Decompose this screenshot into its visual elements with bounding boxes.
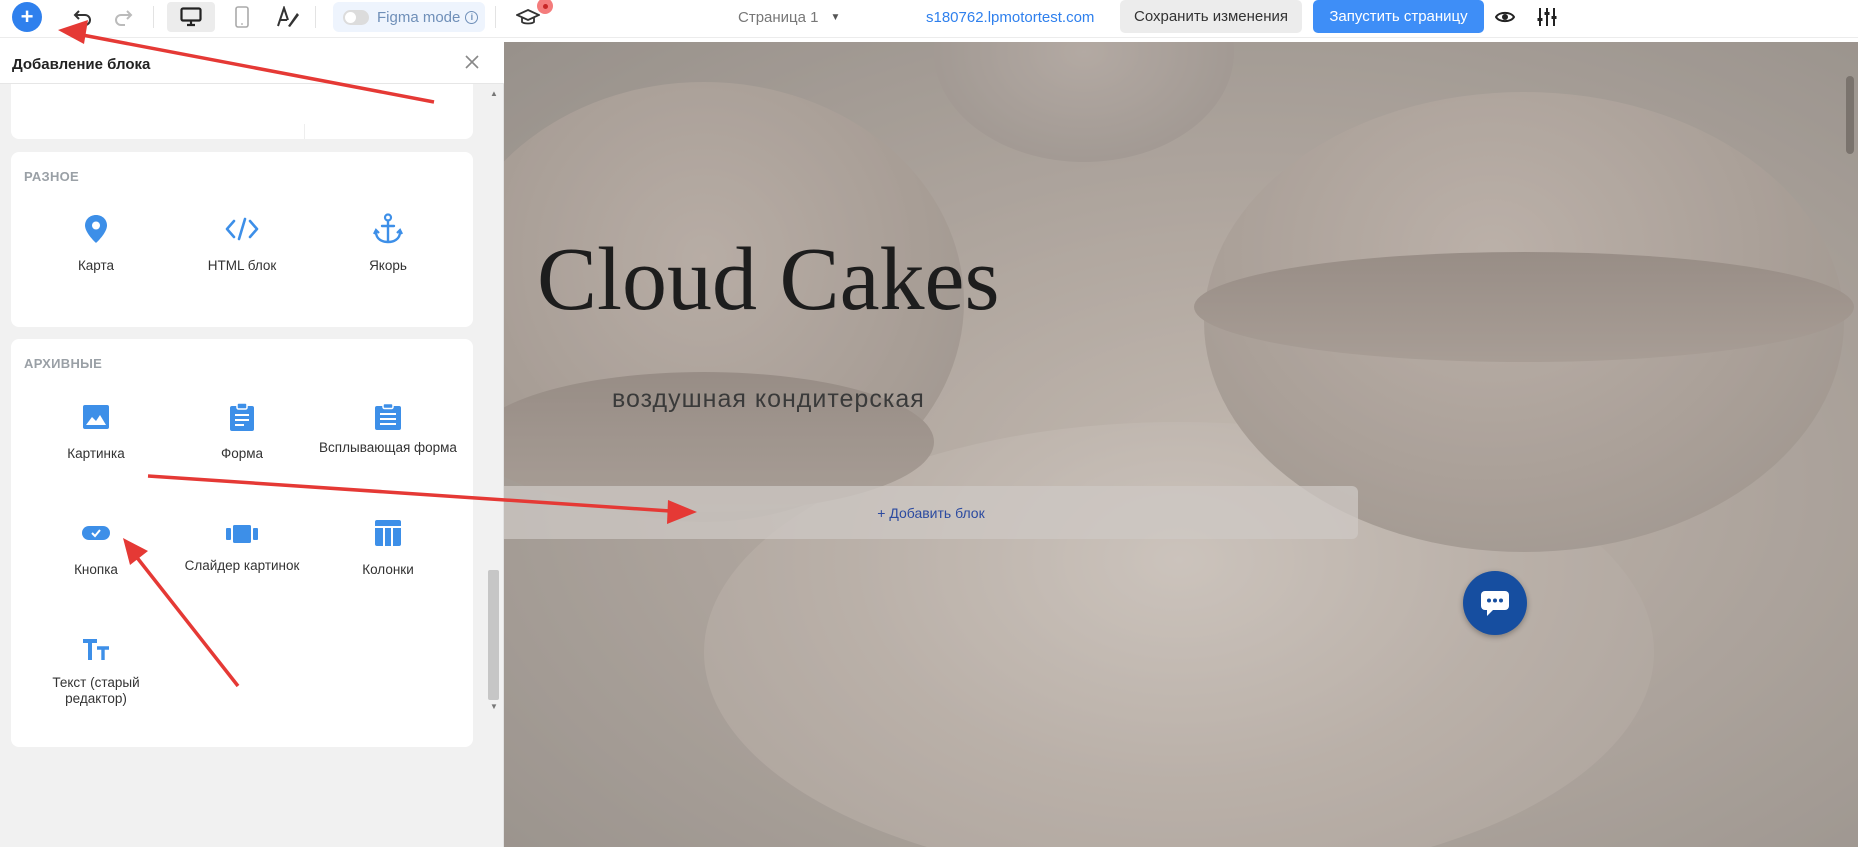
- add-block-label: + Добавить блок: [877, 504, 985, 521]
- add-block-button[interactable]: +: [12, 2, 42, 32]
- image-icon: [83, 405, 109, 429]
- block-item-image[interactable]: Картинка: [23, 400, 169, 462]
- page-selector-label: Страница 1: [738, 8, 819, 26]
- block-item-anchor[interactable]: Якорь: [315, 212, 461, 274]
- phone-icon: [235, 6, 249, 28]
- section-title: АРХИВНЫЕ: [24, 356, 103, 371]
- mobile-view-button[interactable]: [230, 4, 254, 30]
- button-icon: [82, 526, 110, 540]
- eye-icon: [1495, 11, 1515, 23]
- block-item-label: Картинка: [67, 446, 125, 461]
- chat-widget-button[interactable]: [1463, 571, 1527, 635]
- redo-button[interactable]: [112, 6, 134, 28]
- caret-down-icon: ▼: [830, 11, 841, 23]
- redo-icon: [115, 10, 133, 26]
- block-item-label: Карта: [77, 258, 115, 273]
- undo-button[interactable]: [72, 6, 94, 28]
- desktop-view-button[interactable]: [167, 2, 215, 32]
- scroll-up-icon[interactable]: ▲: [490, 89, 498, 98]
- columns-icon: [375, 520, 401, 546]
- clipboard-form-icon: [230, 402, 254, 431]
- figma-mode-label: Figma mode: [377, 8, 461, 26]
- close-panel-button[interactable]: [462, 52, 482, 72]
- block-item-map[interactable]: Карта: [23, 212, 169, 274]
- block-item-form[interactable]: Форма: [169, 400, 315, 462]
- scroll-down-icon[interactable]: ▼: [490, 702, 498, 711]
- block-item-label: Колонки: [362, 562, 414, 577]
- previous-section-card: [11, 84, 473, 139]
- clipboard-popup-icon: [375, 403, 401, 430]
- code-icon: [225, 217, 259, 241]
- preview-button[interactable]: [1494, 4, 1516, 30]
- section-archived: АРХИВНЫЕ Картинка Форма Всплывающая форм…: [11, 339, 473, 747]
- graduation-cap-icon: [516, 9, 540, 25]
- canvas-scrollbar-thumb[interactable]: [1846, 76, 1854, 154]
- block-item-label: Якорь: [369, 258, 407, 273]
- block-item-image-slider[interactable]: Слайдер картинок: [169, 516, 315, 574]
- chat-bubble-icon: [1481, 591, 1509, 616]
- block-item-label: HTML блок: [207, 258, 277, 273]
- panel-scrollbar-thumb[interactable]: [488, 570, 499, 700]
- toolbar-divider: [495, 6, 496, 28]
- figma-mode-toggle[interactable]: Figma mode i: [333, 2, 485, 32]
- block-item-html[interactable]: HTML блок: [169, 212, 315, 274]
- block-item-label: Текст (старый редактор): [52, 675, 140, 706]
- block-item-legacy-text[interactable]: Текст (старый редактор): [23, 633, 169, 707]
- panel-title: Добавление блока: [12, 56, 151, 73]
- canvas-scrollbar[interactable]: [1842, 72, 1858, 842]
- text-icon: [83, 639, 109, 660]
- desktop-icon: [180, 7, 202, 27]
- notification-badge: [537, 0, 553, 14]
- hero-overlay: [504, 42, 1858, 847]
- top-toolbar: + Figma mode i Страница 1 ▼ s180762.lpmo…: [0, 0, 1858, 38]
- section-misc: РАЗНОЕ Карта HTML блок Якорь: [11, 152, 473, 327]
- info-icon[interactable]: i: [465, 10, 479, 24]
- sliders-icon: [1537, 8, 1557, 26]
- block-item-columns[interactable]: Колонки: [315, 516, 461, 578]
- panel-header: Добавление блока: [0, 42, 504, 84]
- launch-page-button[interactable]: Запустить страницу: [1313, 0, 1484, 33]
- typography-button[interactable]: [276, 4, 300, 30]
- hero-title[interactable]: Cloud Cakes: [537, 228, 999, 331]
- page-selector[interactable]: Страница 1 ▼: [738, 4, 840, 30]
- toggle-switch[interactable]: [343, 9, 369, 25]
- block-item-label: Слайдер картинок: [184, 558, 300, 573]
- toolbar-divider: [315, 6, 316, 28]
- plus-icon: +: [20, 4, 34, 29]
- block-item-popup-form[interactable]: Всплывающая форма: [315, 400, 461, 456]
- block-item-label: Форма: [220, 446, 264, 461]
- add-block-placeholder[interactable]: + Добавить блок: [504, 486, 1358, 539]
- block-item-button[interactable]: Кнопка: [23, 516, 169, 578]
- settings-button[interactable]: [1535, 4, 1559, 30]
- section-title: РАЗНОЕ: [24, 169, 80, 184]
- slider-icon: [226, 525, 258, 543]
- block-item-label: Всплывающая форма: [319, 440, 457, 455]
- panel-scrollbar[interactable]: [487, 86, 501, 847]
- page-canvas: Cloud Cakes воздушная кондитерская + Доб…: [504, 42, 1858, 847]
- map-pin-icon: [85, 215, 107, 243]
- add-block-panel: Добавление блока РАЗНОЕ Карта HTML блок …: [0, 42, 504, 847]
- hero-subtitle[interactable]: воздушная кондитерская: [612, 385, 925, 414]
- save-changes-button[interactable]: Сохранить изменения: [1120, 0, 1302, 33]
- close-icon: [465, 55, 479, 69]
- toolbar-divider: [153, 6, 154, 28]
- block-item-label: Кнопка: [74, 562, 118, 577]
- site-domain-link[interactable]: s180762.lpmotortest.com: [926, 4, 1094, 30]
- undo-icon: [73, 10, 91, 26]
- font-pen-icon: [277, 6, 299, 27]
- anchor-icon: [373, 213, 403, 244]
